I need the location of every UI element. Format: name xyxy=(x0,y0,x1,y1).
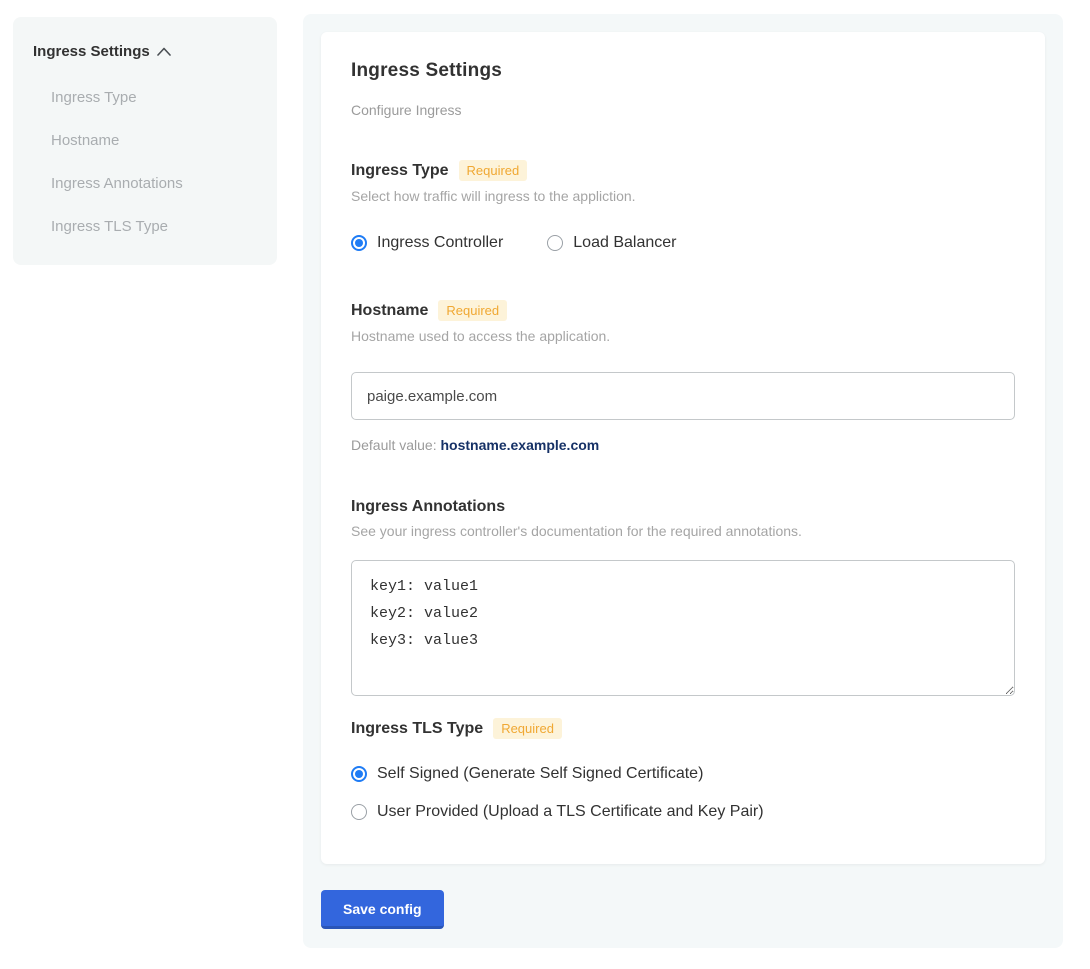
ingress-tls-type-label-row: Ingress TLS Type Required xyxy=(351,718,1015,739)
ingress-annotations-label-row: Ingress Annotations xyxy=(351,498,1015,516)
radio-load-balancer[interactable]: Load Balancer xyxy=(547,234,676,252)
sidebar-item-hostname[interactable]: Hostname xyxy=(51,119,261,162)
hostname-label-row: Hostname Required xyxy=(351,300,1015,321)
sidebar-item-list: Ingress Type Hostname Ingress Annotation… xyxy=(51,76,261,248)
hostname-input[interactable] xyxy=(351,372,1015,420)
radio-user-provided-label: User Provided (Upload a TLS Certificate … xyxy=(377,803,764,821)
hostname-default-value: Default value: hostname.example.com xyxy=(351,437,1015,453)
hostname-required-badge: Required xyxy=(438,300,507,321)
ingress-annotations-textarea[interactable]: key1: value1 key2: value2 key3: value3 xyxy=(351,560,1015,696)
ingress-annotations-label: Ingress Annotations xyxy=(351,498,505,516)
radio-self-signed-label: Self Signed (Generate Self Signed Certif… xyxy=(377,765,703,783)
radio-selected-icon[interactable] xyxy=(351,766,367,782)
config-card: Ingress Settings Configure Ingress Ingre… xyxy=(321,32,1045,864)
page-subtitle: Configure Ingress xyxy=(351,102,1015,118)
default-value-text: hostname.example.com xyxy=(441,437,600,453)
section-hostname: Hostname Required Hostname used to acces… xyxy=(351,300,1015,453)
section-ingress-annotations: Ingress Annotations See your ingress con… xyxy=(351,498,1015,696)
radio-unselected-icon[interactable] xyxy=(351,804,367,820)
save-config-button[interactable]: Save config xyxy=(321,890,444,929)
radio-load-balancer-label: Load Balancer xyxy=(573,234,676,252)
section-ingress-type: Ingress Type Required Select how traffic… xyxy=(351,160,1015,252)
sidebar-group-label: Ingress Settings xyxy=(33,43,150,60)
radio-self-signed[interactable]: Self Signed (Generate Self Signed Certif… xyxy=(351,765,1015,783)
section-ingress-tls-type: Ingress TLS Type Required Self Signed (G… xyxy=(351,718,1015,821)
sidebar-item-ingress-tls-type[interactable]: Ingress TLS Type xyxy=(51,205,261,248)
radio-unselected-icon[interactable] xyxy=(547,235,563,251)
radio-selected-icon[interactable] xyxy=(351,235,367,251)
ingress-type-required-badge: Required xyxy=(459,160,528,181)
ingress-type-help: Select how traffic will ingress to the a… xyxy=(351,188,1015,204)
sidebar-item-ingress-annotations[interactable]: Ingress Annotations xyxy=(51,162,261,205)
hostname-help: Hostname used to access the application. xyxy=(351,328,1015,344)
page-title: Ingress Settings xyxy=(351,60,1015,82)
config-panel: Ingress Settings Configure Ingress Ingre… xyxy=(303,14,1063,948)
ingress-annotations-help: See your ingress controller's documentat… xyxy=(351,523,1015,539)
chevron-up-icon xyxy=(157,47,171,56)
radio-ingress-controller[interactable]: Ingress Controller xyxy=(351,234,503,252)
radio-user-provided[interactable]: User Provided (Upload a TLS Certificate … xyxy=(351,803,1015,821)
ingress-tls-type-radio-group: Self Signed (Generate Self Signed Certif… xyxy=(351,765,1015,821)
radio-ingress-controller-label: Ingress Controller xyxy=(377,234,503,252)
sidebar-group-ingress-settings[interactable]: Ingress Settings xyxy=(33,43,261,60)
default-value-prefix: Default value: xyxy=(351,437,441,453)
ingress-tls-type-required-badge: Required xyxy=(493,718,562,739)
ingress-tls-type-label: Ingress TLS Type xyxy=(351,720,483,738)
settings-sidebar: Ingress Settings Ingress Type Hostname I… xyxy=(13,17,277,265)
ingress-type-label: Ingress Type xyxy=(351,162,449,180)
sidebar-item-ingress-type[interactable]: Ingress Type xyxy=(51,76,261,119)
ingress-type-label-row: Ingress Type Required xyxy=(351,160,1015,181)
ingress-type-radio-group: Ingress Controller Load Balancer xyxy=(351,234,1015,252)
hostname-label: Hostname xyxy=(351,302,428,320)
